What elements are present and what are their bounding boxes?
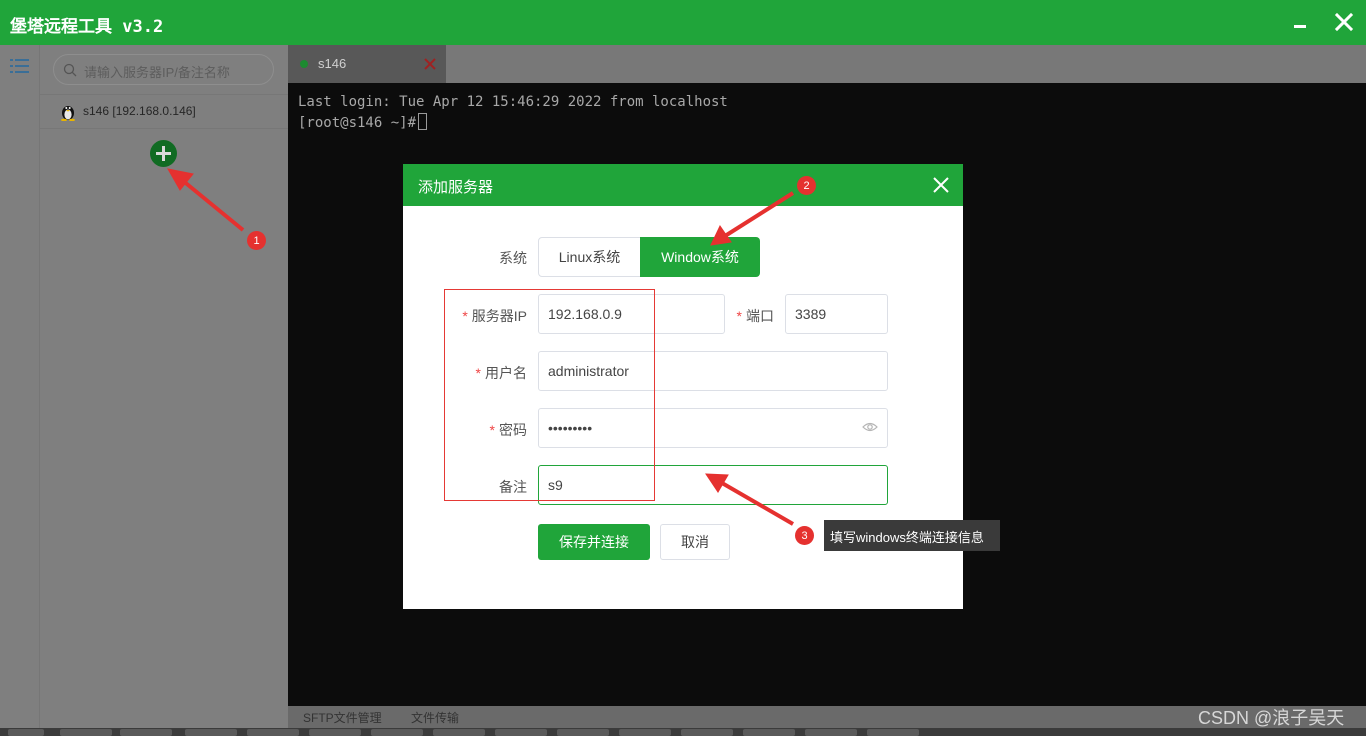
terminal-prompt-line: [root@s146 ~]#: [298, 113, 428, 131]
annotation-highlight-box: [444, 289, 655, 501]
save-and-connect-button[interactable]: 保存并连接: [538, 524, 650, 560]
tab-s146[interactable]: s146: [288, 45, 446, 83]
list-menu-icon[interactable]: [10, 57, 30, 75]
terminal-cursor: [418, 113, 428, 130]
system-label: 系统: [499, 250, 527, 266]
dialog-title: 添加服务器: [418, 179, 494, 196]
file-transfer-tab[interactable]: 文件传输: [411, 709, 459, 726]
sidebar-icon-column: [0, 45, 40, 728]
server-list-item-label: s146 [192.168.0.146]: [83, 104, 196, 118]
windows-system-option[interactable]: Window系统: [640, 237, 760, 277]
app-title: 堡塔远程工具 v3.2: [10, 17, 164, 37]
cancel-button[interactable]: 取消: [660, 524, 730, 560]
tab-bar: s146: [288, 45, 1366, 83]
tab-close-icon[interactable]: [422, 56, 438, 72]
add-server-button[interactable]: [150, 140, 177, 167]
search-placeholder: 请输入服务器IP/备注名称: [84, 65, 230, 80]
port-label: * 端口: [736, 308, 774, 324]
annotation-tooltip: 填写windows终端连接信息: [824, 520, 1000, 551]
connection-status-dot: [300, 60, 308, 68]
dialog-header: 添加服务器: [403, 164, 963, 206]
title-bar: 堡塔远程工具 v3.2: [0, 0, 1366, 45]
server-list-item[interactable]: s146 [192.168.0.146]: [40, 94, 288, 129]
sidebar: 请输入服务器IP/备注名称 s146 [192.168.0.146]: [0, 45, 288, 728]
tab-label: s146: [318, 56, 347, 71]
annotation-badge-3: 3: [795, 526, 814, 545]
sftp-file-manager-tab[interactable]: SFTP文件管理: [303, 709, 382, 726]
port-input[interactable]: 3389: [785, 294, 888, 334]
terminal-prompt: [root@s146 ~]#: [298, 115, 417, 131]
linux-tux-icon: [61, 106, 75, 121]
close-icon[interactable]: [1332, 10, 1356, 34]
terminal-line: Last login: Tue Apr 12 15:46:29 2022 fro…: [298, 94, 728, 110]
minimize-icon[interactable]: [1290, 12, 1312, 34]
watermark: CSDN @浪子吴天: [1198, 708, 1345, 728]
linux-system-option[interactable]: Linux系统: [538, 237, 641, 277]
server-search-input[interactable]: 请输入服务器IP/备注名称: [53, 54, 274, 85]
search-icon: [63, 63, 77, 77]
annotation-badge-1: 1: [247, 231, 266, 250]
dialog-close-icon[interactable]: [931, 175, 951, 195]
os-taskbar: [0, 728, 1366, 736]
show-password-icon[interactable]: [862, 421, 878, 433]
annotation-badge-2: 2: [797, 176, 816, 195]
